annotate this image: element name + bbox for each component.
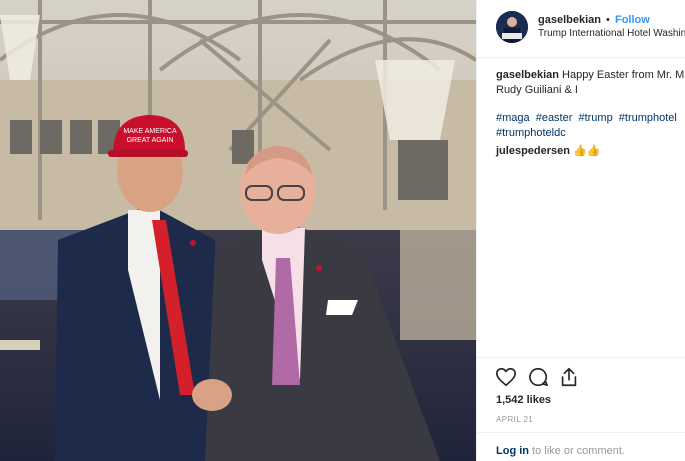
hashtag-trump[interactable]: #trump: [578, 112, 612, 124]
share-icon[interactable]: [558, 366, 580, 388]
handshake: [192, 379, 232, 411]
login-prompt-text: to like or comment.: [529, 445, 625, 457]
location-link[interactable]: Trump International Hotel Washin: [538, 28, 685, 40]
post-date: APRIL 21: [496, 415, 534, 424]
post-header: gaselbekian • Follow Trump International…: [477, 0, 685, 58]
heart-icon[interactable]: [495, 366, 517, 388]
caption-text-line1: Happy Easter from Mr. M: [562, 69, 685, 81]
login-prompt: Log in to like or comment.: [496, 445, 625, 457]
like-count[interactable]: 1,542 likes: [496, 394, 551, 406]
post-sidebar: gaselbekian • Follow Trump International…: [476, 0, 685, 461]
avatar[interactable]: [496, 11, 528, 43]
caption-username[interactable]: gaselbekian: [496, 69, 559, 81]
caption-text-line2: Rudy Guiliani & I: [496, 84, 578, 96]
photo-scene: MAKE AMERICA GREAT AGAIN: [0, 0, 476, 461]
hashtag-trumphoteldc[interactable]: #trumphoteldc: [496, 127, 566, 139]
hashtag-maga[interactable]: #maga: [496, 112, 530, 124]
comment-username[interactable]: julespedersen: [496, 145, 570, 157]
post-photo[interactable]: MAKE AMERICA GREAT AGAIN: [0, 0, 476, 461]
hashtag-trumphotel[interactable]: #trumphotel: [619, 112, 677, 124]
hat-text-line2: GREAT AGAIN: [127, 137, 174, 144]
follow-button[interactable]: Follow: [615, 14, 650, 26]
hashtag-list: #maga #easter #trump #trumphotel #trumph…: [496, 111, 681, 141]
separator-dot: •: [606, 14, 610, 26]
comment-icon[interactable]: [527, 366, 549, 388]
comment-item: julespedersen 👍👍: [496, 144, 600, 159]
hat-text-line1: MAKE AMERICA: [123, 128, 177, 135]
actions-divider: [477, 357, 685, 358]
post-caption: gaselbekian Happy Easter from Mr. M Rudy…: [496, 68, 685, 98]
header-username[interactable]: gaselbekian: [538, 14, 601, 26]
comment-text: 👍👍: [573, 145, 601, 157]
login-link[interactable]: Log in: [496, 445, 529, 457]
footer-divider: [477, 432, 685, 433]
hashtag-easter[interactable]: #easter: [536, 112, 573, 124]
